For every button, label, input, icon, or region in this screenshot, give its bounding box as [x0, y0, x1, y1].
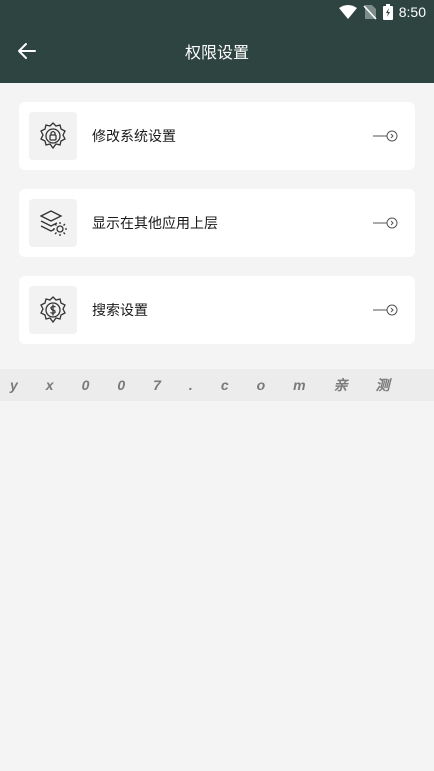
no-sim-icon — [363, 4, 377, 20]
modify-system-settings-label: 修改系统设置 — [92, 129, 176, 145]
display-over-apps-label: 显示在其他应用上层 — [92, 216, 218, 232]
status-time: 8:50 — [398, 4, 426, 20]
modify-system-settings-item[interactable]: 修改系统设置 — [19, 102, 415, 170]
search-settings-item[interactable]: 搜索设置 — [19, 276, 415, 344]
gear-lock-icon — [29, 112, 77, 160]
page-title: 权限设置 — [184, 43, 249, 62]
battery-charging-icon — [382, 4, 393, 20]
globe-gear-icon — [29, 286, 77, 334]
watermark-text: yx007.com亲测 — [10, 377, 418, 393]
arrow-right-circle-icon — [373, 128, 399, 144]
display-over-apps-item[interactable]: 显示在其他应用上层 — [19, 189, 415, 257]
layers-gear-icon — [29, 199, 77, 247]
watermark-banner: yx007.com亲测 — [0, 369, 434, 401]
arrow-right-circle-icon — [373, 215, 399, 231]
toolbar: 权限设置 — [0, 24, 434, 83]
arrow-right-circle-icon — [373, 302, 399, 318]
search-settings-label: 搜索设置 — [92, 303, 148, 319]
app-bar: 8:50 权限设置 — [0, 0, 434, 83]
wifi-icon — [338, 5, 357, 19]
status-bar: 8:50 — [0, 0, 434, 24]
